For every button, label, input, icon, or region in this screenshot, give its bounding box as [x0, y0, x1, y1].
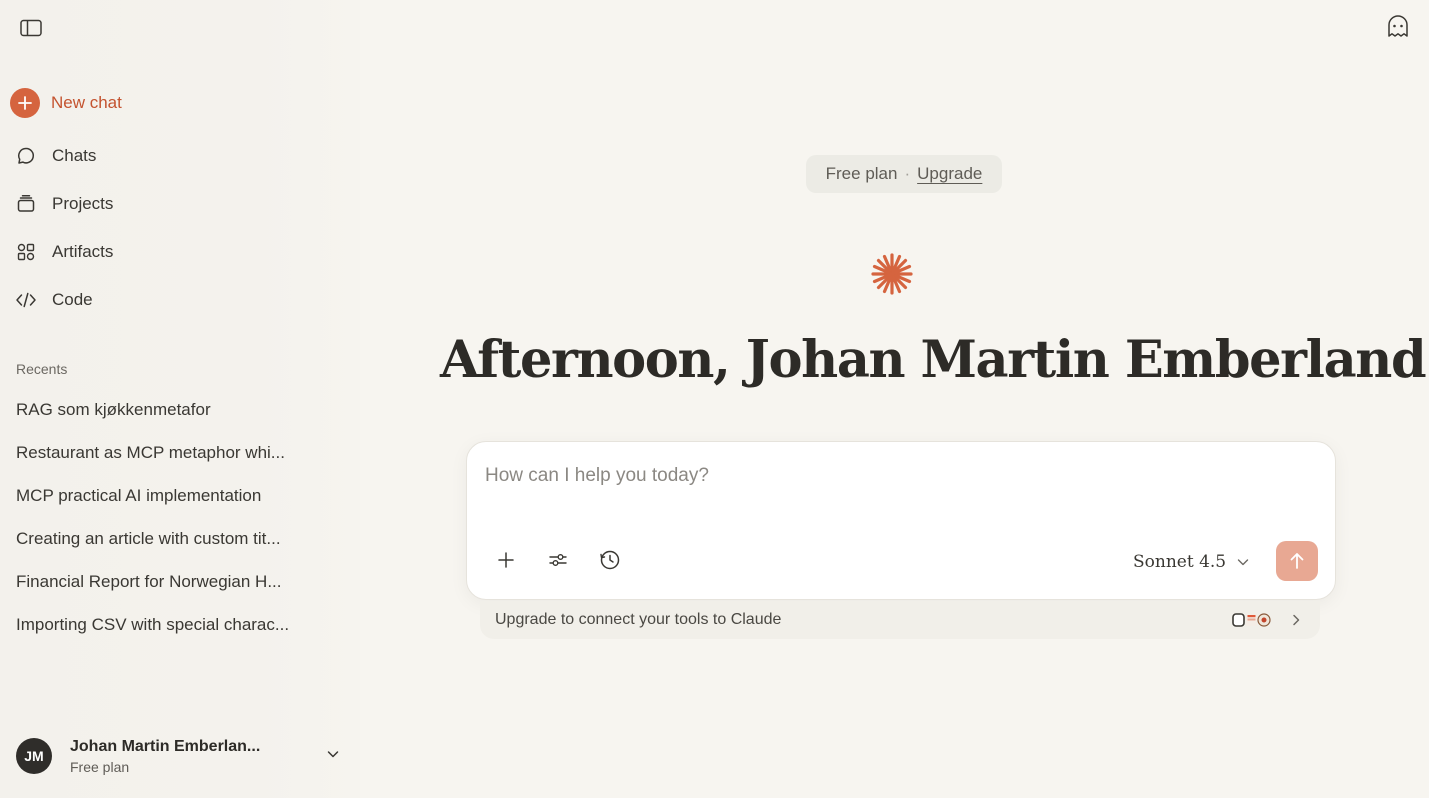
incognito-button[interactable]: [1385, 14, 1411, 40]
new-chat-label: New chat: [51, 93, 122, 112]
recents-heading: Recents: [16, 361, 68, 377]
tools-settings-button[interactable]: [540, 542, 576, 578]
code-icon: [10, 284, 42, 316]
recent-chat-item[interactable]: Creating an article with custom tit...: [16, 529, 331, 549]
plan-pill: Free plan · Upgrade: [806, 155, 1002, 193]
sidebar: New chat Chats Projects Artifacts Code R…: [0, 0, 360, 798]
sidebar-item-code[interactable]: Code: [10, 282, 340, 318]
send-button[interactable]: [1276, 541, 1318, 581]
connector-icons: [1232, 612, 1276, 628]
plus-icon: [10, 88, 40, 118]
sidebar-item-label: Projects: [52, 194, 114, 213]
plus-icon: [498, 552, 514, 568]
model-name: Sonnet 4.5: [1133, 552, 1227, 572]
sidebar-item-label: Chats: [52, 146, 97, 165]
plan-name: Free plan: [825, 164, 898, 183]
user-plan: Free plan: [70, 758, 130, 775]
sidebar-item-label: Artifacts: [52, 242, 114, 261]
user-info: Johan Martin Emberlan... Free plan: [70, 738, 300, 775]
claude-spark-icon: [871, 253, 913, 295]
plan-separator: ·: [904, 164, 911, 183]
app-window: New chat Chats Projects Artifacts Code R…: [0, 0, 1429, 798]
avatar: JM: [16, 738, 52, 774]
connect-tools-text: Upgrade to connect your tools to Claude: [495, 611, 782, 628]
upgrade-link[interactable]: Upgrade: [917, 164, 982, 184]
connector-app-icon: [1232, 613, 1271, 627]
recent-chat-item[interactable]: MCP practical AI implementation: [16, 486, 331, 506]
sidebar-item-chats[interactable]: Chats: [10, 138, 340, 174]
model-selector[interactable]: Sonnet 4.5: [1133, 548, 1250, 576]
arrow-up-icon: [1290, 553, 1304, 569]
shapes-icon: [10, 236, 42, 268]
connect-tools-banner[interactable]: Upgrade to connect your tools to Claude: [480, 601, 1320, 639]
clock-icon: [600, 550, 620, 570]
sidebar-item-label: Code: [52, 290, 93, 309]
recent-chat-item[interactable]: Financial Report for Norwegian H...: [16, 572, 331, 592]
recent-chat-item[interactable]: RAG som kjøkkenmetafor: [16, 400, 331, 420]
recent-chat-item[interactable]: Restaurant as MCP metaphor whi...: [16, 443, 331, 463]
sliders-icon: [549, 554, 567, 566]
ghost-icon: [1388, 15, 1408, 37]
chat-composer: Sonnet 4.5: [466, 441, 1336, 600]
sidebar-toggle-button[interactable]: [18, 16, 44, 40]
user-menu-button[interactable]: JM Johan Martin Emberlan... Free plan: [16, 733, 346, 779]
sidebar-item-projects[interactable]: Projects: [10, 186, 340, 222]
add-attachment-button[interactable]: [488, 542, 524, 578]
user-name: Johan Martin Emberlan...: [70, 737, 261, 755]
greeting-heading: Afternoon, Johan Martin Emberland: [440, 330, 1427, 390]
recent-chat-item[interactable]: Importing CSV with special charac...: [16, 615, 331, 635]
sidebar-item-artifacts[interactable]: Artifacts: [10, 234, 340, 270]
history-button[interactable]: [592, 542, 628, 578]
prompt-input[interactable]: [485, 462, 1305, 490]
sidebar-panel-icon: [20, 19, 42, 37]
chevron-down-icon: [1237, 559, 1249, 566]
chat-bubble-icon: [10, 140, 42, 172]
folder-stack-icon: [10, 188, 42, 220]
chevron-right-icon: [1293, 614, 1300, 626]
chevron-down-icon: [327, 751, 339, 758]
new-chat-button[interactable]: New chat: [10, 85, 340, 121]
